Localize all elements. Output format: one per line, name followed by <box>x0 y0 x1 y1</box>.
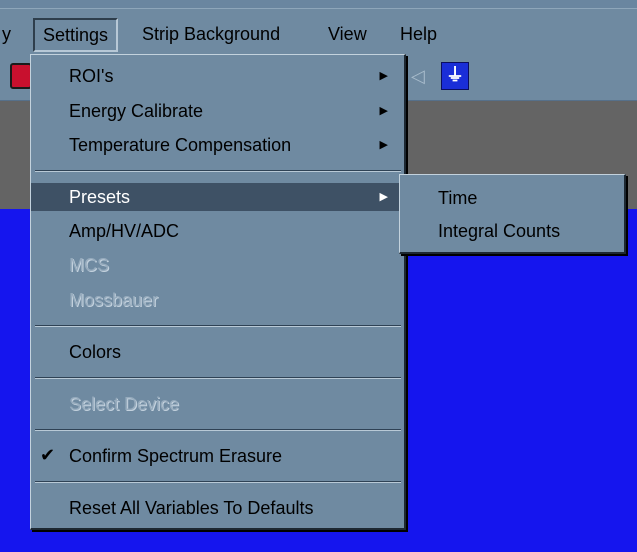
menu-item-confirm-spectrum-erasure[interactable]: ✔ Confirm Spectrum Erasure <box>31 442 404 470</box>
menu-strip-background[interactable]: Strip Background <box>142 21 280 47</box>
menu-item-label: Mossbauer <box>69 290 159 310</box>
menu-item-colors[interactable]: Colors <box>31 338 404 366</box>
menu-item-label: Presets <box>69 187 131 207</box>
submenu-item-integral-counts[interactable]: Integral Counts <box>400 216 624 246</box>
menu-settings[interactable]: Settings <box>33 18 119 52</box>
menu-item-label: ROI's <box>69 66 114 86</box>
menu-separator <box>35 170 401 172</box>
presets-submenu: Time Integral Counts <box>399 174 626 254</box>
menu-item-mossbauer: Mossbauer <box>31 286 404 314</box>
device-logo-icon[interactable]: ⏚ <box>441 62 469 90</box>
menu-item-temperature-compensation[interactable]: Temperature Compensation ▶ <box>31 131 404 159</box>
checkmark-icon: ✔ <box>40 445 56 466</box>
menu-item-label: Reset All Variables To Defaults <box>69 498 314 518</box>
submenu-arrow-icon: ▶ <box>379 105 388 117</box>
stop-icon[interactable] <box>10 63 32 89</box>
menu-item-mcs: MCS <box>31 251 404 279</box>
menu-separator <box>35 377 401 379</box>
menu-item-label: Colors <box>69 342 122 362</box>
menu-item-label: Energy Calibrate <box>69 101 204 121</box>
menu-item-label: Confirm Spectrum Erasure <box>69 446 283 466</box>
left-arrow-icon[interactable]: ◁ <box>411 63 429 89</box>
menu-help[interactable]: Help <box>400 21 437 47</box>
menu-separator <box>35 429 401 431</box>
submenu-arrow-icon: ▶ <box>379 191 388 203</box>
menu-item-reset-defaults[interactable]: Reset All Variables To Defaults <box>31 494 404 522</box>
submenu-arrow-icon: ▶ <box>379 139 388 151</box>
menu-item-energy-calibrate[interactable]: Energy Calibrate ▶ <box>31 97 404 125</box>
menu-view[interactable]: View <box>328 21 367 47</box>
menu-item-label: Select Device <box>69 394 180 414</box>
menu-item-label: Amp/HV/ADC <box>69 221 180 241</box>
menu-item-label: MCS <box>69 255 109 275</box>
menu-bar: y Settings Strip Background View Help <box>0 8 637 55</box>
menu-separator <box>35 325 401 327</box>
title-strip <box>0 0 637 8</box>
submenu-item-time[interactable]: Time <box>400 183 624 213</box>
menu-item-rois[interactable]: ROI's ▶ <box>31 62 404 90</box>
menu-item-amp-hv-adc[interactable]: Amp/HV/ADC <box>31 217 404 245</box>
menu-item-select-device: Select Device <box>31 390 404 418</box>
submenu-arrow-icon: ▶ <box>379 70 388 82</box>
menu-item-label: Temperature Compensation <box>69 135 292 155</box>
menu-separator <box>35 481 401 483</box>
menu-partial-item[interactable]: y <box>2 21 11 47</box>
settings-dropdown-menu: ROI's ▶ Energy Calibrate ▶ Temperature C… <box>30 54 406 530</box>
menu-item-presets[interactable]: Presets ▶ <box>31 183 404 211</box>
